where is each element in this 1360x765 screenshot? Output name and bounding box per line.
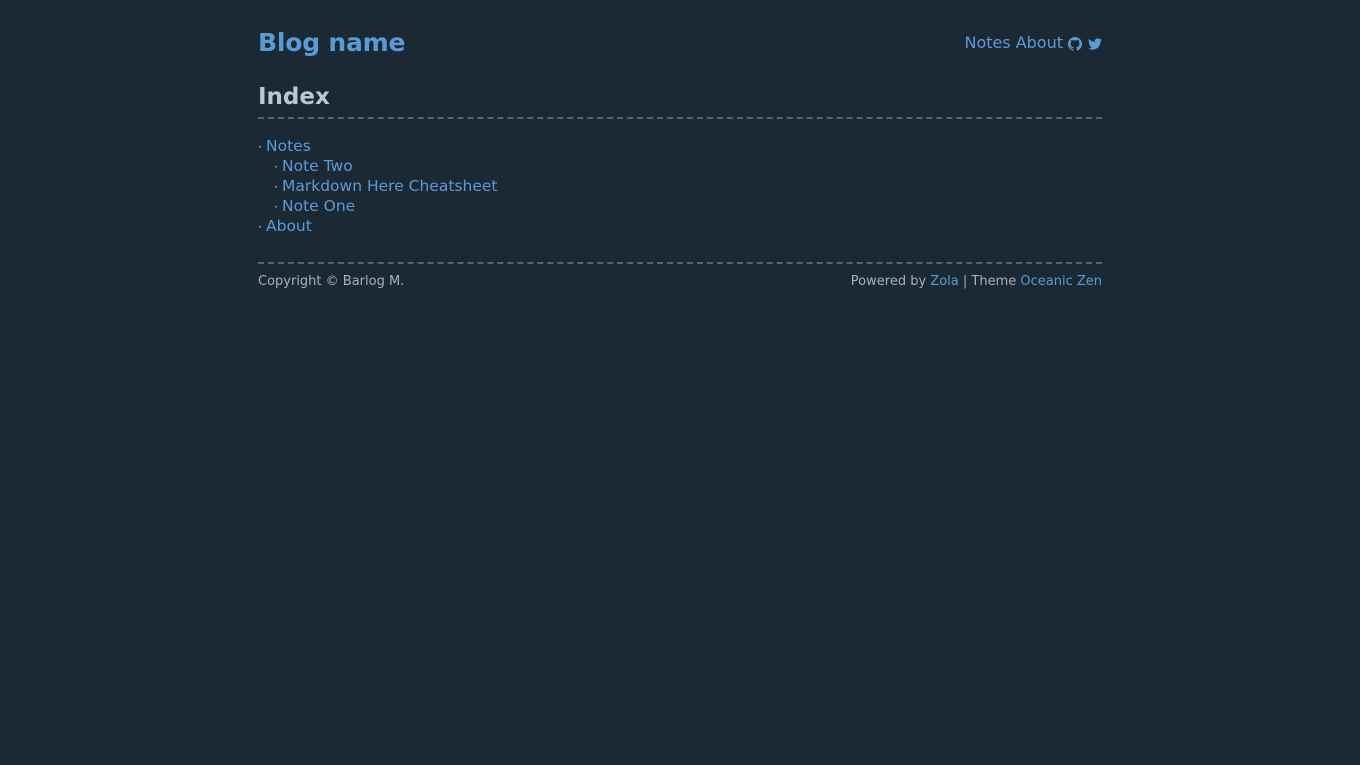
list-item: · Note One [258,197,497,217]
footer-divider [258,262,1102,264]
bullet: · [258,140,262,154]
zola-link[interactable]: Zola [930,274,958,289]
page-container: Blog name Notes About Index · Notes · Note… [258,0,1102,289]
bullet: · [274,200,278,214]
index-link-note-one[interactable]: Note One [282,197,355,215]
index-link-markdown-cheatsheet[interactable]: Markdown Here Cheatsheet [282,177,497,195]
list-item: · Notes [258,137,497,157]
twitter-icon[interactable] [1087,37,1102,52]
blog-name-link[interactable]: Blog name [258,27,405,59]
index-link-note-two[interactable]: Note Two [282,157,353,175]
top-nav: Notes About [964,33,1102,53]
title-divider [258,117,1102,119]
list-item: · Note Two [258,157,497,177]
index-link-notes[interactable]: Notes [266,137,311,155]
list-item: · About [258,217,497,237]
bullet: · [258,220,262,234]
powered-by: Powered by Zola | Theme Oceanic Zen [851,273,1102,290]
bullet: · [274,160,278,174]
index-link-about[interactable]: About [266,217,312,235]
theme-separator: | Theme [962,274,1017,289]
index-list: · Notes · Note Two · Markdown Here Cheatshe… [258,137,497,237]
nav-notes-link[interactable]: Notes [964,33,1010,53]
bullet: · [274,180,278,194]
powered-by-label: Powered by [850,274,927,289]
copyright-text: Copyright © Barlog M. [258,274,405,289]
page-title: Index [258,84,330,110]
list-item: · Markdown Here Cheatsheet [258,177,497,197]
site-header: Blog name Notes About [258,0,1102,72]
nav-about-link[interactable]: About [1016,33,1063,53]
theme-link[interactable]: Oceanic Zen [1020,274,1102,289]
github-icon[interactable] [1067,37,1082,52]
